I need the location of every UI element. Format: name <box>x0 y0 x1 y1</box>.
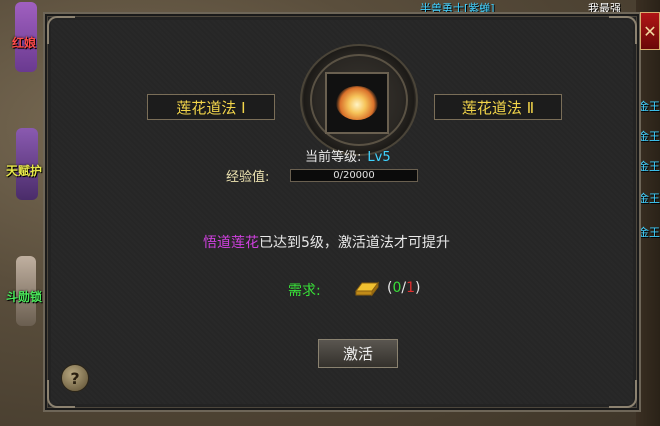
npc-talent[interactable]: 天赋护 <box>2 128 44 200</box>
message-text: 已达到5级，激活道法才可提升 <box>259 235 450 251</box>
side-tag: 金王 <box>638 160 660 173</box>
close-icon: ✕ <box>643 21 657 41</box>
need-count: 1 <box>406 280 416 296</box>
activate-button[interactable]: 激活 <box>318 339 398 368</box>
lotus-icon <box>336 86 378 120</box>
side-tag: 金王 <box>638 192 660 205</box>
npc-battle[interactable]: 斗勋锁 <box>2 256 44 326</box>
corner-ornament <box>47 16 75 44</box>
corner-ornament <box>609 16 637 44</box>
experience-label: 经验值: <box>226 170 270 185</box>
tab-lotus-dao-2[interactable]: 莲花道法 Ⅱ <box>434 94 562 120</box>
level-label: 当前等级: <box>305 150 362 165</box>
message-highlight: 悟道莲花 <box>203 235 259 251</box>
tab-lotus-dao-1[interactable]: 莲花道法 Ⅰ <box>147 94 275 120</box>
side-tag: 金王 <box>638 100 660 113</box>
gold-ingot-icon[interactable] <box>354 279 380 297</box>
close-button[interactable]: ✕ <box>640 12 660 50</box>
npc-name: 斗勋锁 <box>6 290 43 304</box>
question-icon: ? <box>70 368 80 388</box>
side-tag: 金王 <box>638 130 660 143</box>
level-value: Lv5 <box>367 150 391 165</box>
activation-message: 悟道莲花已达到5级，激活道法才可提升 <box>203 232 450 252</box>
item-slot[interactable] <box>325 72 389 134</box>
current-level: 当前等级: Lv5 <box>305 146 391 165</box>
corner-ornament <box>609 380 637 408</box>
paren-close: ) <box>415 280 421 296</box>
requirement-count: (0/1) <box>387 280 421 296</box>
npc-name: 红娘 <box>12 36 37 50</box>
experience-bar: 0/20000 <box>290 169 418 182</box>
requirement-label: 需求: <box>288 283 321 299</box>
side-tag: 金王 <box>638 226 660 239</box>
experience-text: 0/20000 <box>333 170 375 181</box>
npc-name: 天赋护 <box>6 164 43 178</box>
npc-matchmaker[interactable]: 红娘 <box>8 2 44 72</box>
help-button[interactable]: ? <box>61 364 89 392</box>
